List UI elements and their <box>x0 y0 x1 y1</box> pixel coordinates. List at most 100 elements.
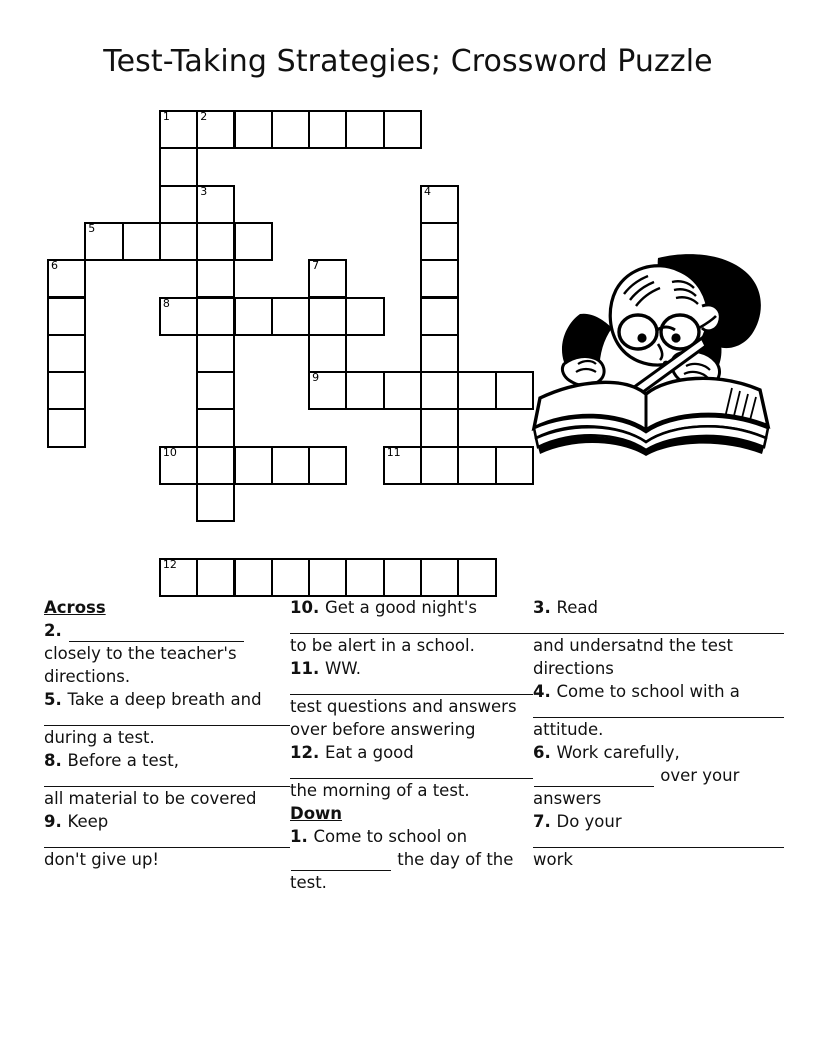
crossword-cell[interactable] <box>382 557 422 597</box>
cell-number: 4 <box>424 184 431 198</box>
clue-text: Do your <box>556 812 622 831</box>
answer-blank[interactable] <box>68 624 244 642</box>
crossword-cell[interactable]: 1 <box>158 110 199 150</box>
crossword-cell[interactable]: 11 <box>382 445 422 485</box>
crossword-cell[interactable] <box>345 296 385 336</box>
crossword-cell[interactable] <box>196 557 236 597</box>
crossword-cell[interactable] <box>196 333 236 374</box>
crossword-cell[interactable] <box>420 333 460 374</box>
clue-text: Work carefully, <box>556 743 680 762</box>
crossword-cell[interactable] <box>308 110 348 150</box>
clue-item: 12. Eat a good the morning of a test. <box>290 741 533 802</box>
crossword-cell[interactable] <box>233 221 273 262</box>
clue-text: to be alert in a school. <box>290 636 475 655</box>
crossword-cell[interactable] <box>47 333 87 374</box>
clue-text: work <box>533 850 573 869</box>
crossword-cell[interactable] <box>457 445 497 485</box>
crossword-cell[interactable] <box>420 296 460 336</box>
crossword-cell[interactable] <box>345 110 385 150</box>
cell-number: 7 <box>312 259 320 273</box>
crossword-cell[interactable] <box>308 333 348 374</box>
crossword-cell[interactable] <box>196 371 236 411</box>
crossword-cell[interactable] <box>420 445 460 485</box>
crossword-cell[interactable] <box>196 408 236 448</box>
answer-blank[interactable] <box>290 764 533 779</box>
crossword-cell[interactable] <box>420 259 460 299</box>
crossword-cell[interactable] <box>420 557 460 597</box>
crossword-cell[interactable] <box>121 221 161 262</box>
crossword-cell[interactable] <box>420 408 460 448</box>
answer-blank[interactable] <box>290 619 533 634</box>
clue-text: Eat a good <box>324 743 414 762</box>
answer-blank[interactable] <box>533 833 784 848</box>
clue-text: Before a test, <box>67 751 179 770</box>
cell-number: 5 <box>88 221 96 235</box>
crossword-cell[interactable] <box>233 296 273 336</box>
clue-item: 10. Get a good night's to be alert in a … <box>290 596 533 657</box>
clue-text: WW. <box>324 659 361 678</box>
crossword-cell[interactable] <box>308 445 348 485</box>
clue-text: closely to the teacher's directions. <box>44 644 237 686</box>
clue-text: don't give up! <box>44 850 160 869</box>
answer-blank[interactable] <box>533 619 784 634</box>
crossword-cell[interactable] <box>196 259 236 299</box>
answer-blank[interactable] <box>44 772 290 787</box>
crossword-cell[interactable] <box>196 221 236 262</box>
cell-number: 10 <box>162 445 177 459</box>
crossword-cell[interactable] <box>158 184 199 224</box>
crossword-cell[interactable] <box>47 296 87 336</box>
crossword-cell[interactable]: 7 <box>308 259 348 299</box>
crossword-cell[interactable] <box>382 371 422 411</box>
crossword-cell[interactable] <box>345 557 385 597</box>
crossword-cell[interactable] <box>270 445 311 485</box>
crossword-cell[interactable] <box>47 371 87 411</box>
crossword-cell[interactable] <box>457 371 497 411</box>
crossword-cell[interactable] <box>196 483 236 523</box>
crossword-cell[interactable] <box>308 557 348 597</box>
crossword-cell[interactable]: 5 <box>84 221 124 262</box>
crossword-cell[interactable]: 12 <box>158 557 199 597</box>
crossword-cell[interactable] <box>196 445 236 485</box>
crossword-cell[interactable]: 3 <box>196 184 236 224</box>
clue-item: 1. Come to school on the day of the test… <box>290 825 533 894</box>
crossword-cell[interactable] <box>420 371 460 411</box>
crossword-cell[interactable] <box>270 557 311 597</box>
crossword-cell[interactable] <box>233 445 273 485</box>
crossword-cell[interactable] <box>196 296 236 336</box>
clue-item: 9. Keep don't give up! <box>44 810 290 871</box>
crossword-cell[interactable]: 2 <box>196 110 236 150</box>
crossword-cell[interactable] <box>233 110 273 150</box>
crossword-cell[interactable]: 10 <box>158 445 199 485</box>
crossword-cell[interactable] <box>270 110 311 150</box>
crossword-cell[interactable]: 9 <box>308 371 348 411</box>
answer-blank[interactable] <box>290 680 533 695</box>
crossword-cell[interactable] <box>457 557 497 597</box>
crossword-cell[interactable] <box>308 296 348 336</box>
cell-number: 9 <box>312 371 320 385</box>
clue-text: attitude. <box>533 720 604 739</box>
crossword-cell[interactable] <box>420 221 460 262</box>
down-heading: Down <box>290 804 343 823</box>
clue-column-3: 3. Read and undersatnd the test directio… <box>533 596 784 871</box>
crossword-cell[interactable] <box>382 110 422 150</box>
crossword-cell[interactable]: 4 <box>420 184 460 224</box>
clue-number: 9. <box>44 812 68 831</box>
crossword-cell[interactable] <box>345 371 385 411</box>
clue-item: 8. Before a test, all material to be cov… <box>44 749 290 810</box>
answer-blank[interactable] <box>44 711 290 726</box>
clue-number: 3. <box>533 598 557 617</box>
answer-blank[interactable] <box>534 769 654 787</box>
crossword-cell[interactable] <box>270 296 311 336</box>
answer-blank[interactable] <box>533 703 784 718</box>
crossword-cell[interactable]: 8 <box>158 296 199 336</box>
crossword-cell[interactable] <box>233 557 273 597</box>
crossword-cell[interactable]: 6 <box>47 259 87 299</box>
answer-blank[interactable] <box>291 853 391 871</box>
answer-blank[interactable] <box>44 833 290 848</box>
clue-text: test questions and answers over before a… <box>290 697 517 739</box>
crossword-cell[interactable] <box>158 147 199 187</box>
crossword-cell[interactable] <box>47 408 87 448</box>
cell-number: 2 <box>200 110 208 123</box>
crossword-cell[interactable] <box>158 221 199 262</box>
clue-number: 2. <box>44 621 68 640</box>
